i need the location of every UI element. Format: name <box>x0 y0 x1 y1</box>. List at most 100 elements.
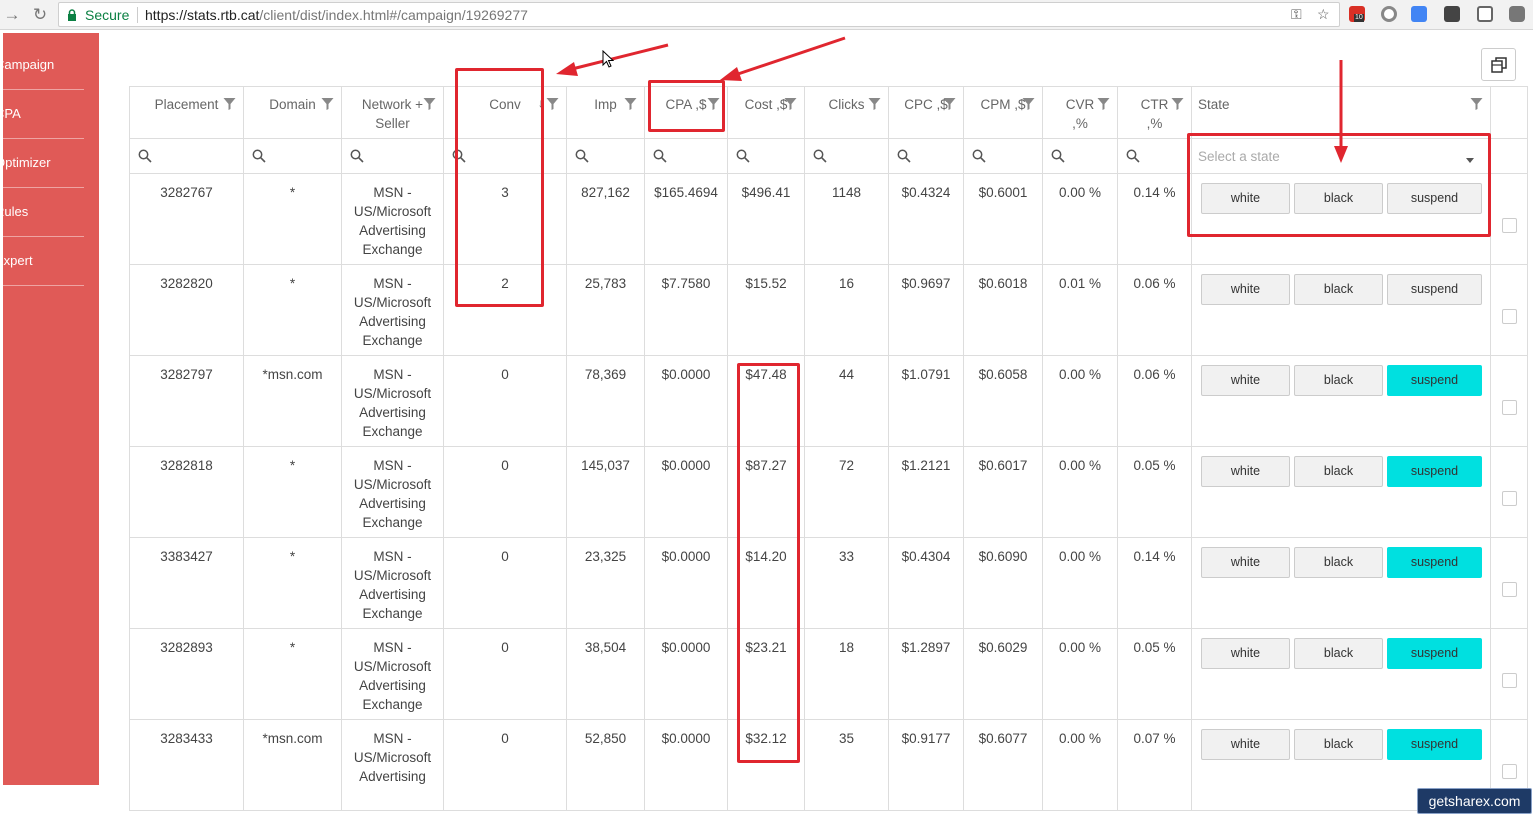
layers-extension-icon[interactable] <box>1444 6 1460 22</box>
calendar-extension-icon[interactable]: 10 <box>1349 6 1365 22</box>
filter-icon[interactable] <box>1022 98 1035 110</box>
filter-cvr[interactable] <box>1042 138 1118 174</box>
filter-icon[interactable] <box>321 98 334 110</box>
key-icon[interactable]: ⚿ <box>1291 6 1302 23</box>
cell-conv: 0 <box>443 355 567 447</box>
column-header-clicks[interactable]: Clicks <box>804 86 889 139</box>
filter-conv[interactable] <box>443 138 567 174</box>
filter-ctr[interactable] <box>1117 138 1192 174</box>
state-black-button[interactable]: black <box>1294 183 1383 214</box>
url-text[interactable]: https://stats.rtb.cat/client/dist/index.… <box>145 7 528 23</box>
state-white-button[interactable]: white <box>1201 547 1290 578</box>
column-header-conv[interactable]: Conv ↓ <box>443 86 567 139</box>
row-checkbox[interactable] <box>1501 491 1517 506</box>
state-black-button[interactable]: black <box>1294 547 1383 578</box>
row-checkbox[interactable] <box>1501 400 1517 415</box>
state-suspend-button[interactable]: suspend <box>1387 729 1482 760</box>
filter-imp[interactable] <box>566 138 645 174</box>
column-header-cvr[interactable]: CVR ,% <box>1042 86 1118 139</box>
state-white-button[interactable]: white <box>1201 274 1290 305</box>
sort-descending-icon[interactable]: ↓ <box>538 96 544 110</box>
column-header-network-seller[interactable]: Network + Seller <box>341 86 444 139</box>
state-select[interactable]: Select a state <box>1198 145 1484 169</box>
translate-extension-icon[interactable] <box>1411 6 1427 22</box>
filter-icon[interactable] <box>223 98 236 110</box>
sidebar-item-rules[interactable]: Rules <box>3 188 84 237</box>
filter-cpa[interactable] <box>644 138 728 174</box>
forward-icon[interactable]: → <box>2 5 22 25</box>
filter-placement[interactable] <box>129 138 244 174</box>
filter-icon[interactable] <box>1470 98 1483 110</box>
circle-extension-icon[interactable] <box>1381 6 1397 22</box>
sidebar-item-optimizer[interactable]: Optimizer <box>3 139 84 188</box>
state-white-button[interactable]: white <box>1201 183 1290 214</box>
column-header-cpc[interactable]: CPC ,$ <box>888 86 964 139</box>
state-suspend-button[interactable]: suspend <box>1387 638 1482 669</box>
column-header-cost[interactable]: Cost ,$ <box>727 86 805 139</box>
filter-icon[interactable] <box>868 98 881 110</box>
filter-icon[interactable] <box>707 98 720 110</box>
filter-icon[interactable] <box>546 98 559 110</box>
cell-imp: 38,504 <box>566 628 645 720</box>
header-label: CTR ,% <box>1140 97 1169 131</box>
row-checkbox[interactable] <box>1501 673 1517 688</box>
filter-icon[interactable] <box>1097 98 1110 110</box>
sidebar-item-label: Campaign <box>3 57 55 72</box>
cell-cost: $496.41 <box>727 173 805 265</box>
column-header-imp[interactable]: Imp <box>566 86 645 139</box>
cell-placement: 3282893 <box>129 628 244 720</box>
filter-network[interactable] <box>341 138 444 174</box>
filter-icon[interactable] <box>784 98 797 110</box>
row-checkbox[interactable] <box>1501 582 1517 597</box>
column-header-cpm[interactable]: CPM ,$ <box>963 86 1043 139</box>
filter-icon[interactable] <box>1171 98 1184 110</box>
header-label: Cost ,$ <box>744 97 788 112</box>
state-white-button[interactable]: white <box>1201 456 1290 487</box>
column-header-placement[interactable]: Placement <box>129 86 244 139</box>
row-checkbox[interactable] <box>1501 309 1517 324</box>
cell-conv: 2 <box>443 264 567 356</box>
state-black-button[interactable]: black <box>1294 274 1383 305</box>
filter-icon[interactable] <box>423 98 436 110</box>
filter-cost[interactable] <box>727 138 805 174</box>
column-header-cpa[interactable]: CPA ,$ <box>644 86 728 139</box>
camera-extension-icon[interactable] <box>1509 6 1525 22</box>
state-black-button[interactable]: black <box>1294 365 1383 396</box>
column-toggle-button[interactable] <box>1481 48 1516 81</box>
state-white-button[interactable]: white <box>1201 365 1290 396</box>
filter-icon[interactable] <box>624 98 637 110</box>
state-black-button[interactable]: black <box>1294 729 1383 760</box>
filter-icon[interactable] <box>943 98 956 110</box>
column-header-domain[interactable]: Domain <box>243 86 342 139</box>
filter-domain[interactable] <box>243 138 342 174</box>
filter-clicks[interactable] <box>804 138 889 174</box>
star-icon[interactable]: ☆ <box>1317 6 1330 23</box>
column-header-ctr[interactable]: CTR ,% <box>1117 86 1192 139</box>
state-white-button[interactable]: white <box>1201 638 1290 669</box>
state-suspend-button[interactable]: suspend <box>1387 274 1482 305</box>
sidebar-item-expert[interactable]: Expert <box>3 237 84 286</box>
cell-domain: * <box>243 537 342 629</box>
filter-cpc[interactable] <box>888 138 964 174</box>
header-label: Clicks <box>828 97 865 112</box>
cast-icon[interactable] <box>1477 6 1493 22</box>
cell-cost: $32.12 <box>727 719 805 811</box>
state-suspend-button[interactable]: suspend <box>1387 183 1482 214</box>
state-black-button[interactable]: black <box>1294 638 1383 669</box>
state-black-button[interactable]: black <box>1294 456 1383 487</box>
sidebar-item-cpa[interactable]: CPA <box>3 90 84 139</box>
reload-icon[interactable]: ↻ <box>30 5 50 25</box>
state-suspend-button[interactable]: suspend <box>1387 365 1482 396</box>
address-bar[interactable]: Secure https://stats.rtb.cat/client/dist… <box>58 2 1340 27</box>
row-checkbox[interactable] <box>1501 218 1517 233</box>
cell-ctr: 0.06 % <box>1117 264 1192 356</box>
search-icon <box>575 149 589 163</box>
sidebar-item-campaign[interactable]: Campaign <box>3 41 84 90</box>
state-suspend-button[interactable]: suspend <box>1387 456 1482 487</box>
cell-cpc: $1.0791 <box>888 355 964 447</box>
state-suspend-button[interactable]: suspend <box>1387 547 1482 578</box>
state-white-button[interactable]: white <box>1201 729 1290 760</box>
row-checkbox[interactable] <box>1501 764 1517 779</box>
column-header-state[interactable]: State <box>1191 86 1491 139</box>
filter-cpm[interactable] <box>963 138 1043 174</box>
